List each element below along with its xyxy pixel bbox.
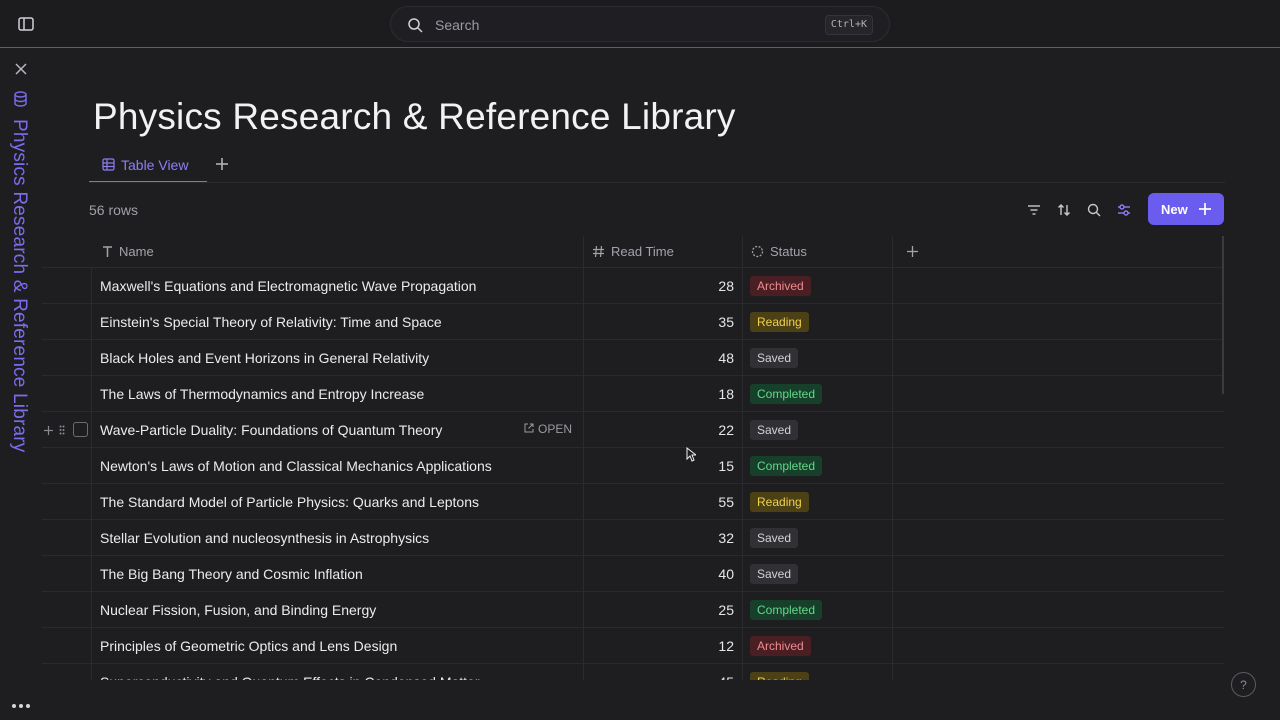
status-badge[interactable]: Saved	[750, 528, 799, 548]
help-button-label: ?	[1240, 678, 1247, 692]
status-badge[interactable]: Reading	[750, 492, 809, 512]
cell-read-time[interactable]: 25	[682, 602, 734, 618]
search-bar[interactable]: Search Ctrl+K	[390, 6, 890, 42]
search-icon[interactable]	[1086, 202, 1102, 218]
sort-icon[interactable]	[1056, 202, 1072, 218]
top-bar: Search Ctrl+K	[0, 0, 1280, 48]
add-view-plus-icon[interactable]	[215, 157, 229, 171]
table-row[interactable]: Maxwell's Equations and Electromagnetic …	[42, 268, 1224, 304]
add-column-plus-icon[interactable]	[906, 245, 919, 258]
column-divider	[91, 268, 92, 680]
table-row[interactable]: Newton's Laws of Motion and Classical Me…	[42, 448, 1224, 484]
search-placeholder: Search	[435, 17, 480, 33]
cell-read-time[interactable]: 32	[682, 530, 734, 546]
status-badge[interactable]: Saved	[750, 420, 799, 440]
status-badge[interactable]: Archived	[750, 276, 811, 296]
column-divider	[583, 236, 584, 680]
keyboard-shortcut: Ctrl+K	[824, 15, 873, 35]
new-button-label: New	[1161, 202, 1188, 217]
cell-name[interactable]: Stellar Evolution and nucleosynthesis in…	[100, 530, 429, 546]
cell-read-time[interactable]: 12	[682, 638, 734, 654]
open-row-link[interactable]: OPEN	[524, 422, 572, 436]
cell-read-time[interactable]: 40	[682, 566, 734, 582]
cell-read-time[interactable]: 22	[682, 422, 734, 438]
vertical-database-title[interactable]: Physics Research & Reference Library	[8, 119, 30, 453]
cell-read-time[interactable]: 28	[682, 278, 734, 294]
cell-name[interactable]: Nuclear Fission, Fusion, and Binding Ene…	[100, 602, 376, 618]
table-row[interactable]: Principles of Geometric Optics and Lens …	[42, 628, 1224, 664]
page-title: Physics Research & Reference Library	[93, 96, 736, 137]
status-badge[interactable]: Saved	[750, 348, 799, 368]
more-icon[interactable]	[11, 703, 31, 709]
left-rail: Physics Research & Reference Library	[0, 49, 42, 720]
table-row[interactable]: Black Holes and Event Horizons in Genera…	[42, 340, 1224, 376]
cell-name[interactable]: Einstein's Special Theory of Relativity:…	[100, 314, 442, 330]
sidebar-toggle-icon[interactable]	[17, 15, 35, 33]
column-divider	[892, 236, 893, 680]
text-type-icon	[103, 246, 112, 257]
add-row-icon[interactable]	[44, 426, 53, 435]
external-link-icon	[524, 423, 534, 433]
row-count: 56 rows	[89, 202, 139, 218]
cell-name[interactable]: The Standard Model of Particle Physics: …	[100, 494, 479, 510]
search-icon	[408, 18, 423, 33]
status-type-icon	[751, 245, 764, 258]
table-row[interactable]: The Laws of Thermodynamics and Entropy I…	[42, 376, 1224, 412]
cell-read-time[interactable]: 55	[682, 494, 734, 510]
column-header-status[interactable]: Status	[770, 244, 807, 259]
status-badge[interactable]: Saved	[750, 564, 799, 584]
table-row[interactable]: Superconductivity and Quantum Effects in…	[42, 664, 1224, 680]
mouse-cursor-icon	[686, 447, 696, 462]
cell-name[interactable]: The Laws of Thermodynamics and Entropy I…	[100, 386, 424, 402]
cell-name[interactable]: Principles of Geometric Optics and Lens …	[100, 638, 397, 654]
table-row[interactable]: The Standard Model of Particle Physics: …	[42, 484, 1224, 520]
help-button[interactable]: ?	[1231, 672, 1256, 697]
row-checkbox[interactable]	[73, 422, 88, 437]
open-label: OPEN	[538, 422, 573, 436]
table-row[interactable]: Stellar Evolution and nucleosynthesis in…	[42, 520, 1224, 556]
close-icon[interactable]	[13, 61, 29, 77]
cell-read-time[interactable]: 48	[682, 350, 734, 366]
column-header-name[interactable]: Name	[119, 244, 154, 259]
status-badge[interactable]: Reading	[750, 312, 809, 332]
column-header-read-time[interactable]: Read Time	[611, 244, 674, 259]
status-badge[interactable]: Completed	[750, 456, 823, 476]
cell-name[interactable]: Maxwell's Equations and Electromagnetic …	[100, 278, 476, 294]
table-row[interactable]: Nuclear Fission, Fusion, and Binding Ene…	[42, 592, 1224, 628]
tab-label: Table View	[121, 157, 189, 173]
new-button[interactable]: New	[1148, 193, 1224, 225]
status-badge[interactable]: Reading	[750, 672, 809, 680]
status-badge[interactable]: Archived	[750, 636, 811, 656]
table-row[interactable]: Einstein's Special Theory of Relativity:…	[42, 304, 1224, 340]
table-header: Name Read Time Status	[42, 236, 1224, 268]
cell-name[interactable]: Black Holes and Event Horizons in Genera…	[100, 350, 429, 366]
drag-handle-icon[interactable]	[59, 425, 65, 435]
column-divider	[742, 236, 743, 680]
table-row[interactable]: The Big Bang Theory and Cosmic Inflation…	[42, 556, 1224, 592]
number-type-icon	[593, 245, 604, 258]
view-tabs-divider	[89, 182, 1225, 183]
cell-read-time[interactable]: 45	[682, 674, 734, 680]
tab-table-view[interactable]: Table View	[89, 150, 207, 183]
cell-name[interactable]: The Big Bang Theory and Cosmic Inflation	[100, 566, 363, 582]
data-table: Name Read Time Status Maxwell's Equation…	[42, 236, 1224, 680]
filter-icon[interactable]	[1026, 202, 1042, 218]
cell-name[interactable]: Superconductivity and Quantum Effects in…	[100, 674, 480, 680]
table-icon	[102, 158, 115, 171]
settings-icon[interactable]	[1116, 202, 1132, 218]
database-icon	[14, 91, 27, 107]
cell-name[interactable]: Newton's Laws of Motion and Classical Me…	[100, 458, 492, 474]
plus-icon	[1199, 203, 1211, 215]
cell-read-time[interactable]: 35	[682, 314, 734, 330]
table-scrollbar[interactable]	[1222, 236, 1224, 394]
status-badge[interactable]: Completed	[750, 600, 823, 620]
status-badge[interactable]: Completed	[750, 384, 823, 404]
table-row[interactable]: OPEN Wave-Particle Duality: Foundations o…	[42, 412, 1224, 448]
cell-read-time[interactable]: 18	[682, 386, 734, 402]
cell-name[interactable]: Wave-Particle Duality: Foundations of Qu…	[100, 422, 442, 438]
